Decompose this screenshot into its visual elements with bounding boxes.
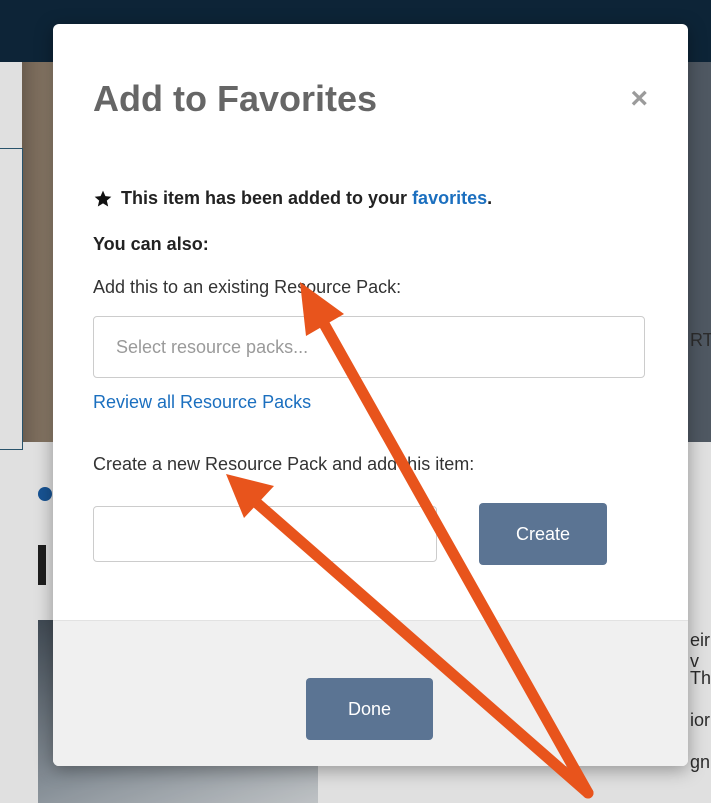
- favorites-link[interactable]: favorites: [412, 188, 487, 208]
- review-resource-packs-link[interactable]: Review all Resource Packs: [93, 392, 311, 413]
- create-pack-label: Create a new Resource Pack and add this …: [93, 454, 475, 474]
- existing-pack-label: Add this to an existing Resource Pack:: [93, 277, 402, 297]
- confirmation-prefix: This item has been added to your: [121, 188, 413, 208]
- favorites-confirmation: This item has been added to your favorit…: [93, 188, 492, 209]
- confirmation-text: This item has been added to your favorit…: [121, 188, 492, 209]
- modal-title: Add to Favorites: [93, 78, 378, 119]
- you-can-also-label: You can also:: [93, 234, 209, 254]
- create-button[interactable]: Create: [479, 503, 607, 565]
- select-placeholder: Select resource packs...: [116, 336, 309, 357]
- new-pack-name-input[interactable]: [93, 506, 437, 562]
- done-button[interactable]: Done: [306, 678, 433, 740]
- modal-footer: Done: [53, 620, 688, 766]
- resource-pack-select[interactable]: Select resource packs...: [93, 316, 645, 378]
- add-to-favorites-modal: Add to Favorites × This item has been ad…: [53, 24, 688, 766]
- star-icon: [94, 190, 112, 206]
- confirmation-suffix: .: [487, 188, 493, 208]
- close-button[interactable]: ×: [630, 84, 648, 114]
